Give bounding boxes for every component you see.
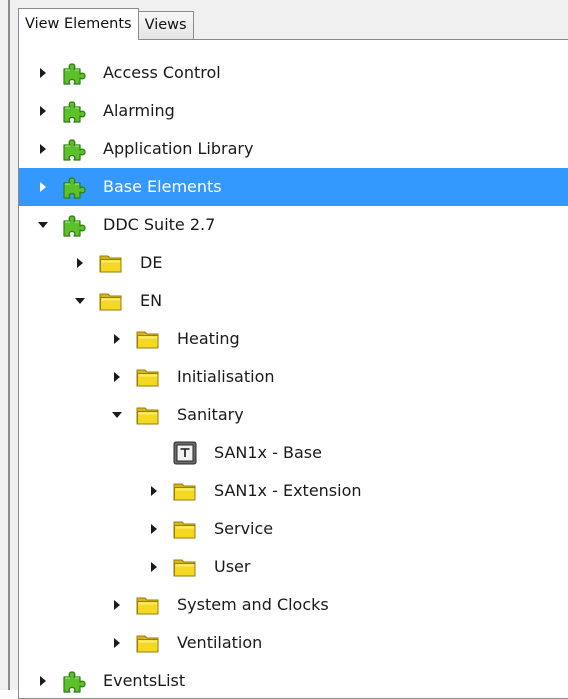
- tree-row[interactable]: SAN1x - Extension: [19, 472, 568, 510]
- tree-row[interactable]: System and Clocks: [19, 586, 568, 624]
- tree-row[interactable]: Sanitary: [19, 396, 568, 434]
- tree-row[interactable]: User: [19, 548, 568, 586]
- expand-arrow-icon[interactable]: [147, 548, 161, 586]
- tree-row[interactable]: EventsList: [19, 662, 568, 698]
- tab-view-elements[interactable]: View Elements: [18, 8, 139, 40]
- tree-item-label: Application Library: [103, 139, 254, 158]
- tree-panel: Access Control Alarming Application Librar…: [18, 39, 568, 699]
- expand-arrow-icon[interactable]: [36, 662, 50, 698]
- expand-arrow-icon[interactable]: [110, 624, 124, 662]
- tree-row[interactable]: Base Elements: [19, 168, 568, 206]
- expand-arrow-icon[interactable]: [147, 472, 161, 510]
- puzzle-icon: [61, 668, 87, 694]
- folder-icon: [98, 288, 124, 314]
- tree-row[interactable]: Ventilation: [19, 624, 568, 662]
- view-elements-window: View Elements Views Access Control Alarmi…: [0, 0, 568, 699]
- tree-item-label: EventsList: [103, 671, 186, 690]
- tree-row[interactable]: DDC Suite 2.7: [19, 206, 568, 244]
- puzzle-icon: [61, 98, 87, 124]
- expand-arrow-icon[interactable]: [147, 510, 161, 548]
- collapse-arrow-icon[interactable]: [36, 206, 50, 244]
- expand-arrow-icon[interactable]: [36, 168, 50, 206]
- expand-arrow-icon[interactable]: [110, 358, 124, 396]
- tree-item-label: SAN1x - Extension: [214, 481, 362, 500]
- tree-row[interactable]: DE: [19, 244, 568, 282]
- tree-item-label: DE: [140, 253, 163, 272]
- folder-icon: [172, 516, 198, 542]
- tree-item-label: DDC Suite 2.7: [103, 215, 216, 234]
- tree-item-label: SAN1x - Base: [214, 443, 322, 462]
- expand-arrow-icon[interactable]: [110, 320, 124, 358]
- folder-icon: [172, 554, 198, 580]
- expand-arrow-icon[interactable]: [110, 586, 124, 624]
- expand-arrow-icon[interactable]: [36, 130, 50, 168]
- tree-row[interactable]: Initialisation: [19, 358, 568, 396]
- folder-icon: [135, 630, 161, 656]
- puzzle-icon: [61, 212, 87, 238]
- tree-row[interactable]: EN: [19, 282, 568, 320]
- folder-icon: [172, 478, 198, 504]
- folder-icon: [135, 592, 161, 618]
- tab-views[interactable]: Views: [137, 11, 194, 40]
- folder-icon: [135, 364, 161, 390]
- puzzle-icon: [61, 136, 87, 162]
- tree-item-label: User: [214, 557, 251, 576]
- tree-item-label: Alarming: [103, 101, 175, 120]
- tab-bar: View Elements Views: [18, 8, 194, 40]
- tree-item-label: Ventilation: [177, 633, 263, 652]
- folder-icon: [98, 250, 124, 276]
- tree-item-label: Base Elements: [103, 177, 222, 196]
- tree-row[interactable]: SAN1x - Base: [19, 434, 568, 472]
- folder-icon: [135, 326, 161, 352]
- tree-row[interactable]: Heating: [19, 320, 568, 358]
- expand-arrow-icon[interactable]: [36, 92, 50, 130]
- tree-item-label: Heating: [177, 329, 240, 348]
- collapse-arrow-icon[interactable]: [110, 396, 124, 434]
- collapse-arrow-icon[interactable]: [73, 282, 87, 320]
- element-tree: Access Control Alarming Application Librar…: [19, 40, 568, 698]
- tree-row[interactable]: Access Control: [19, 54, 568, 92]
- folder-icon: [135, 402, 161, 428]
- tree-row[interactable]: Alarming: [19, 92, 568, 130]
- puzzle-icon: [61, 174, 87, 200]
- puzzle-icon: [61, 60, 87, 86]
- template-icon: [172, 440, 198, 466]
- tree-row[interactable]: Application Library: [19, 130, 568, 168]
- tree-item-label: Service: [214, 519, 274, 538]
- tree-item-label: Access Control: [103, 63, 221, 82]
- tree-item-label: EN: [140, 291, 163, 310]
- tree-item-label: Initialisation: [177, 367, 275, 386]
- window-left-border: [8, 0, 10, 690]
- expand-arrow-icon[interactable]: [73, 244, 87, 282]
- tree-item-label: Sanitary: [177, 405, 244, 424]
- tree-row[interactable]: Service: [19, 510, 568, 548]
- expand-arrow-icon[interactable]: [36, 54, 50, 92]
- tree-item-label: System and Clocks: [177, 595, 329, 614]
